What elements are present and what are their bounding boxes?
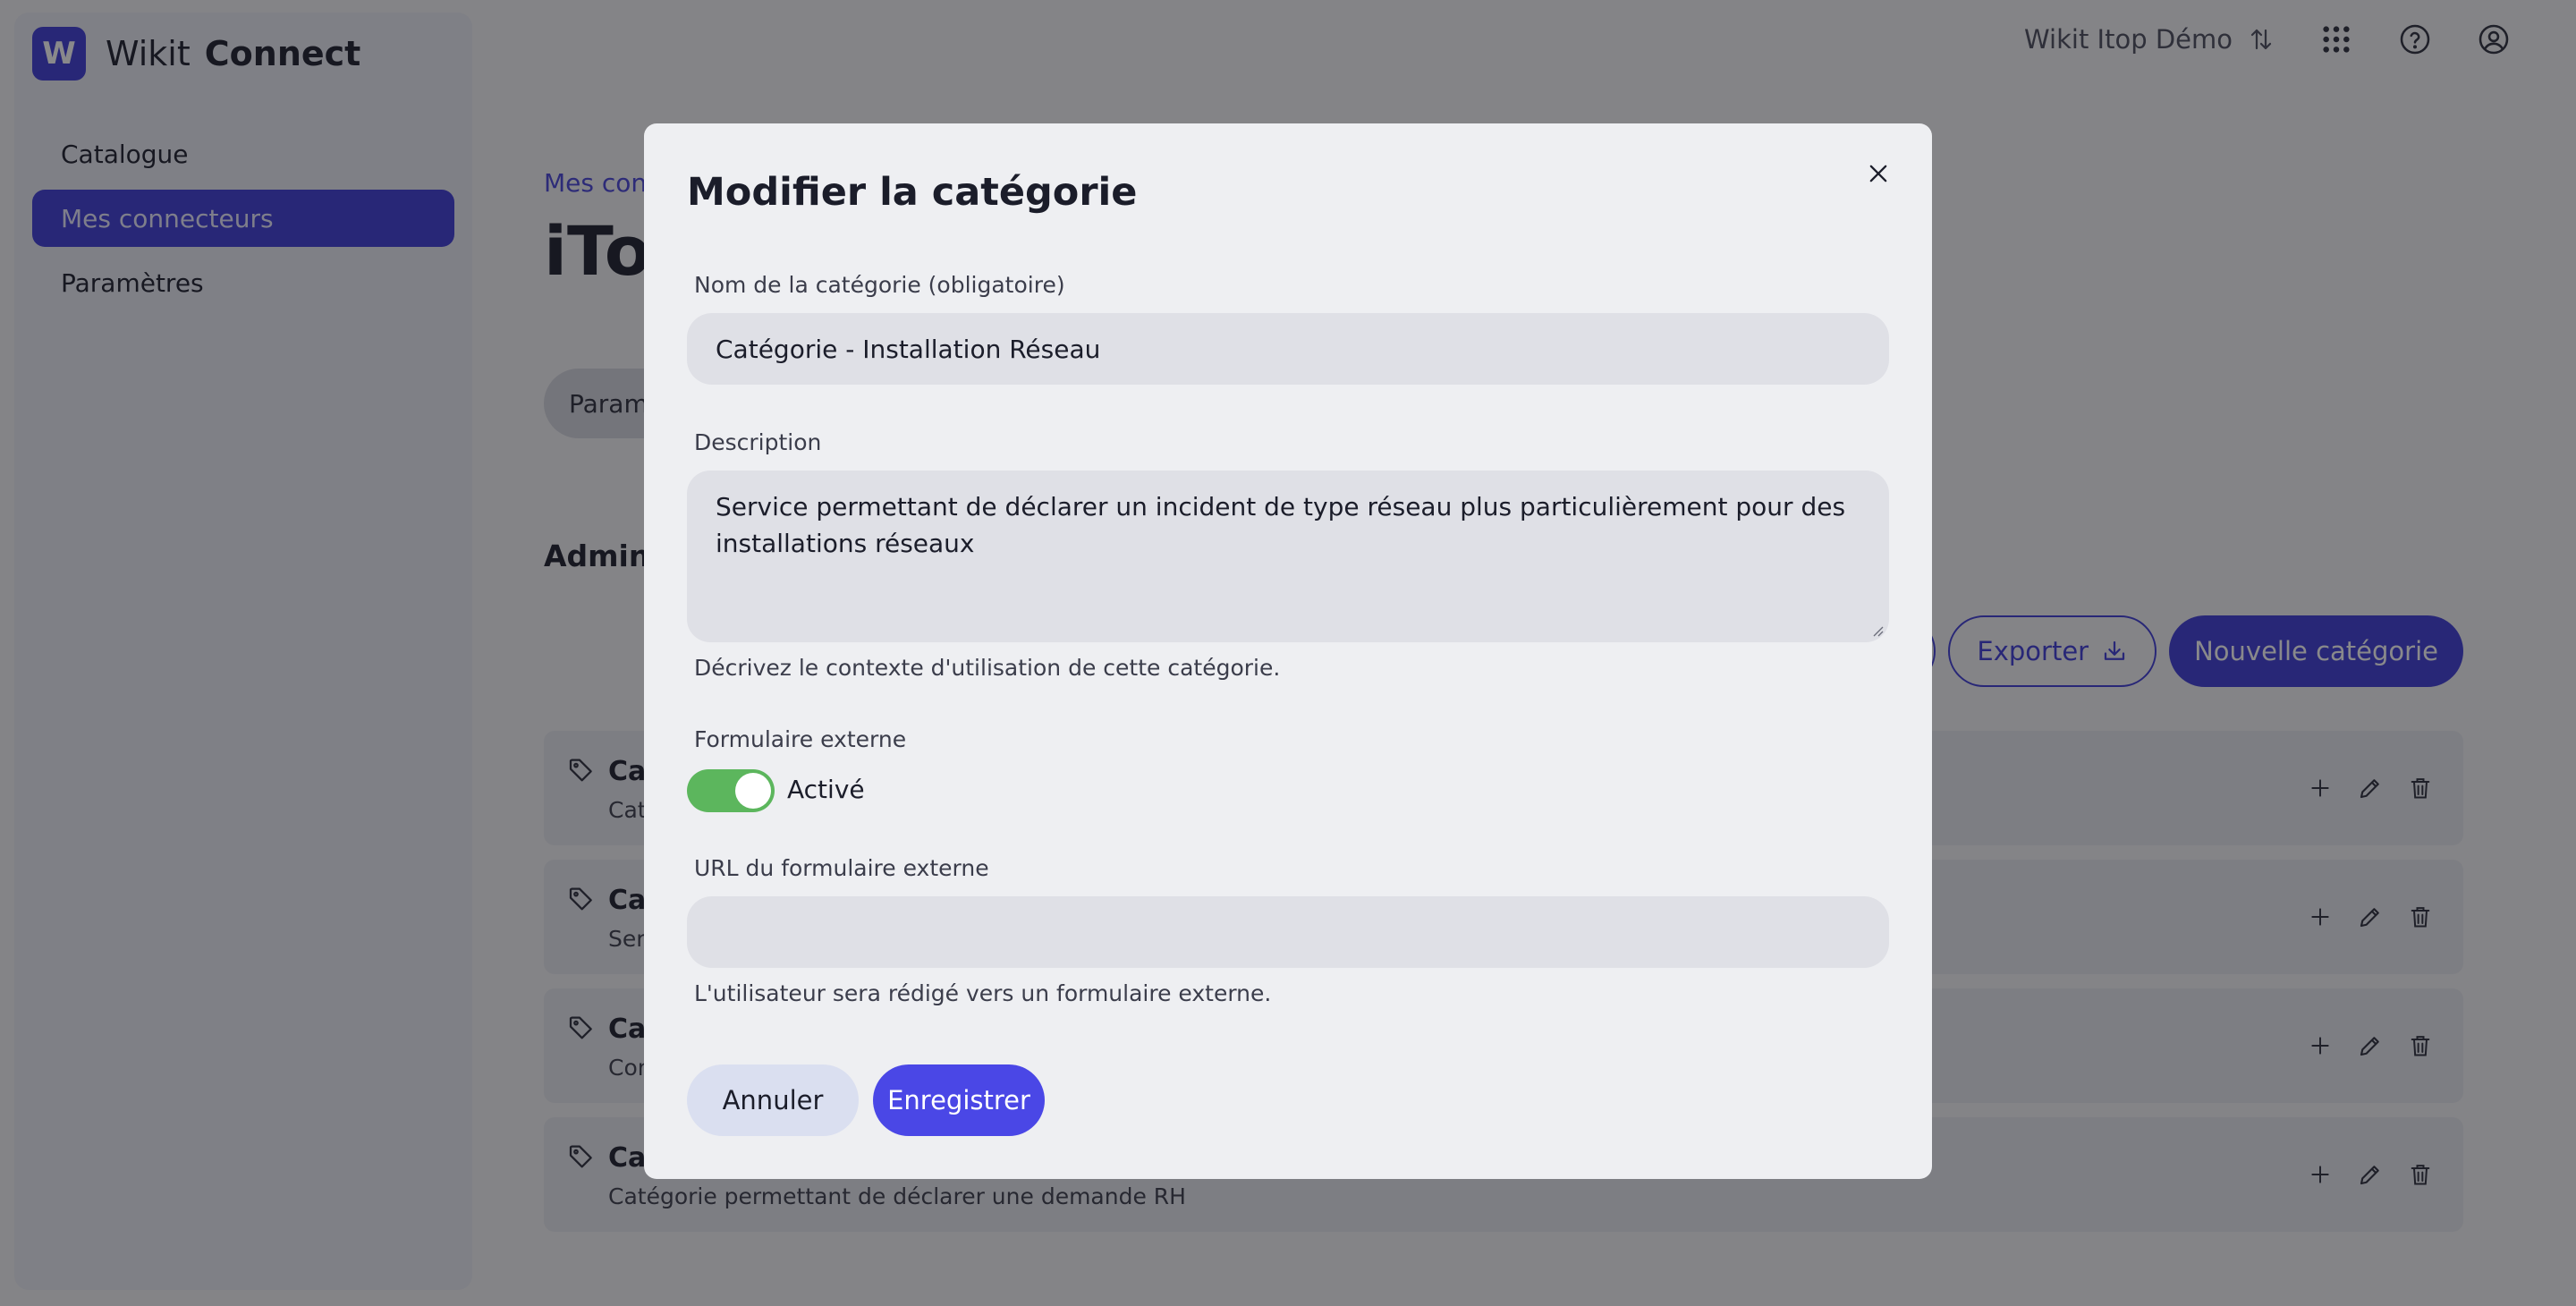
external-form-state: Activé [787, 775, 865, 804]
description-label: Description [694, 429, 822, 455]
external-form-label: Formulaire externe [694, 726, 907, 752]
url-label: URL du formulaire externe [694, 855, 989, 881]
resize-handle-icon[interactable] [1869, 623, 1884, 637]
external-form-toggle[interactable] [687, 769, 775, 812]
edit-category-modal: Modifier la catégorie Nom de la catégori… [644, 123, 1932, 1179]
toggle-knob [735, 773, 771, 809]
description-hint: Décrivez le contexte d'utilisation de ce… [694, 655, 1281, 681]
save-button[interactable]: Enregistrer [873, 1064, 1045, 1136]
category-name-field[interactable]: Catégorie - Installation Réseau [687, 313, 1889, 385]
category-name-label: Nom de la catégorie (obligatoire) [694, 272, 1065, 298]
cancel-button[interactable]: Annuler [687, 1064, 859, 1136]
description-text: Service permettant de déclarer un incide… [716, 492, 1846, 558]
description-field[interactable]: Service permettant de déclarer un incide… [687, 471, 1889, 642]
url-hint: L'utilisateur sera rédigé vers un formul… [694, 980, 1272, 1006]
close-icon[interactable] [1859, 154, 1898, 193]
external-url-field[interactable] [687, 896, 1889, 968]
modal-title: Modifier la catégorie [687, 170, 1138, 215]
